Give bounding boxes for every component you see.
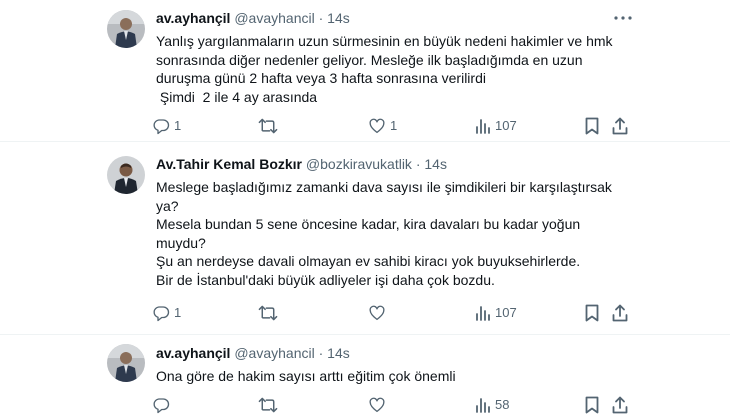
like-icon <box>368 304 386 322</box>
separator-dot: · <box>318 10 324 26</box>
reply-icon <box>152 117 170 135</box>
tweet-text-line: duruşma günü 2 hafta veya 3 hafta sonras… <box>156 70 486 87</box>
timestamp[interactable]: 14s <box>327 345 350 361</box>
reply-icon <box>152 396 170 414</box>
retweet-icon <box>258 396 278 414</box>
author-name[interactable]: av.ayhançil <box>156 345 230 361</box>
author-name[interactable]: Av.Tahir Kemal Bozkır <box>156 156 302 172</box>
like-button[interactable] <box>368 395 390 415</box>
action-bar: 58 <box>152 395 634 415</box>
tweet-text-line: Mesela bundan 5 sene öncesine kadar, kir… <box>156 216 581 233</box>
reply-button[interactable] <box>152 395 174 415</box>
timestamp[interactable]: 14s <box>424 156 447 172</box>
bookmark-button[interactable] <box>584 116 600 136</box>
tweet-header: av.ayhançil @avayhancil · 14s <box>156 9 350 27</box>
avatar[interactable] <box>107 156 145 194</box>
share-icon <box>612 396 628 414</box>
bookmark-button[interactable] <box>584 303 600 323</box>
tweet[interactable]: Av.Tahir Kemal Bozkır @bozkiravukatlik ·… <box>0 142 730 335</box>
bookmark-icon <box>584 304 600 322</box>
author-handle[interactable]: @avayhancil <box>234 345 314 361</box>
tweet-text-line: Yanlış yargılanmaların uzun sürmesinin e… <box>156 33 613 49</box>
views-button[interactable]: 107 <box>475 116 517 136</box>
timestamp[interactable]: 14s <box>327 10 350 26</box>
avatar[interactable] <box>107 10 145 48</box>
tweet-text-line: Şu an nerdeyse davali olmayan ev sahibi … <box>156 253 581 270</box>
more-icon[interactable] <box>614 9 632 27</box>
author-handle[interactable]: @avayhancil <box>234 10 314 26</box>
like-icon <box>368 117 386 135</box>
share-button[interactable] <box>612 116 628 136</box>
retweet-button[interactable] <box>258 116 282 136</box>
retweet-button[interactable] <box>258 395 282 415</box>
views-icon <box>475 396 491 414</box>
like-button[interactable]: 1 <box>368 116 397 136</box>
like-count: 1 <box>390 118 398 133</box>
views-button[interactable]: 58 <box>475 395 509 415</box>
separator-dot: · <box>415 156 421 172</box>
reply-count: 1 <box>174 118 182 133</box>
share-icon <box>612 304 628 322</box>
retweet-icon <box>258 117 278 135</box>
tweet-text-line: ya? <box>156 197 179 214</box>
tweet-text-line: Şimdi 2 ile 4 ay arasında <box>156 88 318 105</box>
action-bar: 1 1 107 <box>152 116 634 136</box>
tweet-text: Meslege başladığımız zamanki dava sayısı… <box>156 178 626 290</box>
reply-button[interactable]: 1 <box>152 303 181 323</box>
tweet-text-line: sonrasında diğer nedenler geliyor. Mesle… <box>156 51 583 68</box>
share-button[interactable] <box>612 395 628 415</box>
views-count: 58 <box>495 397 510 412</box>
views-icon <box>475 304 491 322</box>
reply-icon <box>152 304 170 322</box>
share-icon <box>612 117 628 135</box>
action-bar: 1 107 <box>152 303 634 323</box>
tweet[interactable]: av.ayhançil @avayhancil · 14s Yanlış yar… <box>0 0 730 142</box>
share-button[interactable] <box>612 303 628 323</box>
reply-button[interactable]: 1 <box>152 116 181 136</box>
views-count: 107 <box>495 305 517 320</box>
author-name[interactable]: av.ayhançil <box>156 10 230 26</box>
views-icon <box>475 117 491 135</box>
tweet-text: Yanlış yargılanmaların uzun sürmesinin e… <box>156 32 626 106</box>
views-button[interactable]: 107 <box>475 303 517 323</box>
bookmark-icon <box>584 117 600 135</box>
tweet-text-line: Ona göre de hakim sayısı arttı eğitim ço… <box>156 368 456 384</box>
tweet-text-line: Meslege başladığımız zamanki dava sayısı… <box>156 179 612 195</box>
tweet-header: av.ayhançil @avayhancil · 14s <box>156 344 350 362</box>
tweet-text-line: Bir de İstanbul'daki büyük adliyeler işi… <box>156 271 495 288</box>
bookmark-icon <box>584 396 600 414</box>
tweet-text: Ona göre de hakim sayısı arttı eğitim ço… <box>156 367 626 386</box>
tweet[interactable]: av.ayhançil @avayhancil · 14s Ona göre d… <box>0 335 730 420</box>
like-button[interactable] <box>368 303 390 323</box>
views-count: 107 <box>495 118 517 133</box>
bookmark-button[interactable] <box>584 395 600 415</box>
retweet-button[interactable] <box>258 303 282 323</box>
tweet-header: Av.Tahir Kemal Bozkır @bozkiravukatlik ·… <box>156 155 447 173</box>
like-icon <box>368 396 386 414</box>
author-handle[interactable]: @bozkiravukatlik <box>306 156 412 172</box>
separator-dot: · <box>318 345 324 361</box>
tweet-text-line: muydu? <box>156 234 206 251</box>
avatar[interactable] <box>107 344 145 382</box>
retweet-icon <box>258 304 278 322</box>
reply-count: 1 <box>174 305 182 320</box>
